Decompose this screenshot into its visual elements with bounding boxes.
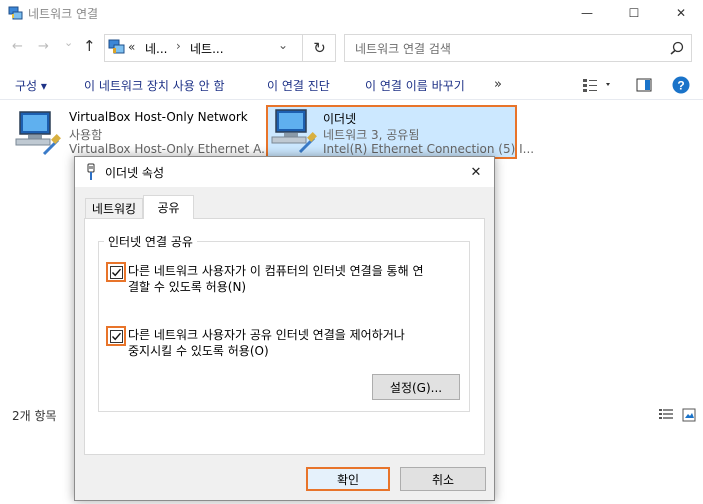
maximize-icon: ☐ <box>628 6 640 20</box>
allow-connect-checkbox[interactable] <box>110 266 123 279</box>
network-item-device: VirtualBox Host-Only Ethernet A... <box>69 142 273 156</box>
refresh-button[interactable]: ↻ <box>302 34 336 62</box>
change-view-icon[interactable] <box>582 77 612 96</box>
location-icon <box>108 38 126 59</box>
diagnose-connection-button[interactable]: 이 연결 진단 <box>267 77 330 94</box>
ics-group-title: 인터넷 연결 공유 <box>104 233 197 250</box>
cancel-button[interactable]: 취소 <box>400 467 486 491</box>
allow-control-checkbox[interactable] <box>110 330 123 343</box>
dialog-title: 이더넷 속성 <box>105 166 165 180</box>
details-view-icon[interactable] <box>658 408 674 425</box>
breadcrumb-segment-1[interactable]: 네... <box>145 40 167 57</box>
network-item-status: 사용함 <box>69 128 103 142</box>
close-icon: ✕ <box>470 164 482 180</box>
search-icon <box>670 41 684 58</box>
allow-control-label-line2[interactable]: 중지시킬 수 있도록 허용(O) <box>128 342 269 360</box>
svg-text:?: ? <box>677 79 684 93</box>
network-item-device: Intel(R) Ethernet Connection (5) I... <box>323 142 535 156</box>
more-commands-button[interactable]: » <box>494 77 502 92</box>
network-adapter-icon[interactable] <box>270 108 318 157</box>
network-adapter-icon[interactable] <box>14 110 62 159</box>
window-title: 네트워크 연결 <box>28 7 99 21</box>
allow-connect-label-line2[interactable]: 결할 수 있도록 허용(N) <box>128 278 246 296</box>
item-count: 2개 항목 <box>12 409 57 423</box>
breadcrumb-separator-icon[interactable]: › <box>176 39 181 53</box>
dialog-close-button[interactable]: ✕ <box>462 160 490 184</box>
network-cable-icon <box>86 163 96 181</box>
disable-device-button[interactable]: 이 네트워크 장치 사용 안 함 <box>84 77 225 94</box>
ok-button[interactable]: 확인 <box>306 467 390 491</box>
network-connections-icon <box>8 5 24 21</box>
back-button[interactable]: ← <box>12 39 23 54</box>
minimize-button[interactable]: — <box>564 0 610 26</box>
minimize-icon: — <box>581 6 593 20</box>
rename-connection-button[interactable]: 이 연결 이름 바꾸기 <box>365 77 465 94</box>
breadcrumb-overflow[interactable]: « <box>128 40 135 54</box>
tab-sharing[interactable]: 공유 <box>143 195 194 219</box>
check-icon <box>111 332 122 341</box>
close-icon: ✕ <box>675 6 687 20</box>
refresh-icon: ↻ <box>313 39 326 57</box>
close-button[interactable]: ✕ <box>658 0 703 26</box>
maximize-button[interactable]: ☐ <box>611 0 657 26</box>
forward-button[interactable]: → <box>38 39 49 54</box>
network-item-name[interactable]: 이더넷 <box>323 110 356 127</box>
network-item-status: 네트워크 3, 공유됨 <box>323 128 420 142</box>
recent-locations-button[interactable]: ⌄ <box>64 36 73 49</box>
large-icons-view-icon[interactable] <box>682 408 696 425</box>
address-dropdown-button[interactable]: ⌄ <box>278 38 288 52</box>
up-button[interactable]: ↑ <box>83 37 96 55</box>
check-icon <box>111 268 122 277</box>
tab-networking[interactable]: 네트워킹 <box>85 198 143 218</box>
settings-button[interactable]: 설정(G)... <box>372 374 460 400</box>
organize-button[interactable]: 구성 ▾ <box>15 77 47 94</box>
help-icon[interactable]: ? <box>672 76 690 97</box>
network-item-name[interactable]: VirtualBox Host-Only Network <box>69 110 248 124</box>
search-placeholder: 네트워크 연결 검색 <box>355 42 451 56</box>
preview-pane-icon[interactable] <box>636 77 652 96</box>
breadcrumb-segment-2[interactable]: 네트... <box>190 40 224 57</box>
